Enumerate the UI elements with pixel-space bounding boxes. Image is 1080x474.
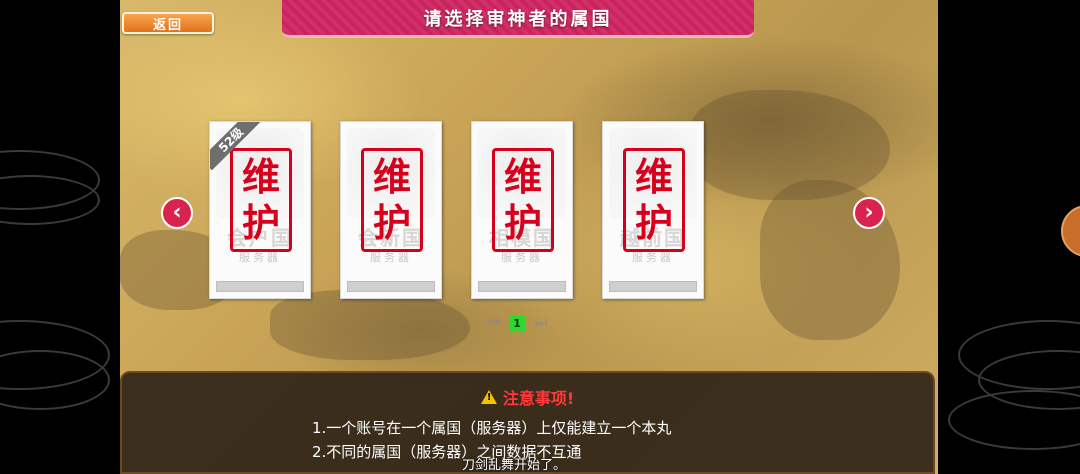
last-page-icon[interactable]: ⏭ xyxy=(535,315,548,331)
chevron-right-icon: › xyxy=(864,200,874,225)
prev-arrow-button[interactable]: ‹ xyxy=(161,197,193,229)
stamp-char: 护 xyxy=(634,200,673,245)
stamp-char: 维 xyxy=(634,154,673,199)
next-arrow-button[interactable]: › xyxy=(853,197,885,229)
wave-decoration xyxy=(948,390,1080,450)
maintenance-stamp: 维 护 xyxy=(623,148,685,252)
maintenance-stamp: 维 护 xyxy=(492,148,554,252)
stamp-char: 维 xyxy=(503,154,542,199)
server-card[interactable]: 会户国 服务器 维 护 52级 xyxy=(209,121,311,299)
stamp-char: 护 xyxy=(241,200,280,245)
server-status-bar xyxy=(609,281,697,292)
stamp-char: 维 xyxy=(241,154,280,199)
server-card[interactable]: 相模国 服务器 维 护 xyxy=(471,121,573,299)
map-landmass xyxy=(270,290,470,360)
left-side-decoration xyxy=(0,0,120,474)
page-title: 请选择审神者的属国 xyxy=(423,8,613,30)
maintenance-stamp: 维 护 xyxy=(361,148,423,252)
map-landmass xyxy=(690,90,890,200)
stamp-char: 维 xyxy=(372,154,411,199)
notice-line: 1.一个账号在一个属国（服务器）上仅能建立一个本丸 xyxy=(312,419,672,437)
toast-message: 刀剑乱舞开始了。 xyxy=(462,458,567,473)
right-side-decoration xyxy=(938,0,1080,474)
pager: ⏮ 1 ⏭ xyxy=(487,315,547,331)
first-page-icon[interactable]: ⏮ xyxy=(487,315,500,331)
notice-title: 注意事项! xyxy=(502,389,575,408)
server-status-bar xyxy=(347,281,435,292)
server-status-bar xyxy=(216,281,304,292)
chevron-left-icon: ‹ xyxy=(172,200,182,225)
server-card[interactable]: 越前国 服务器 维 护 xyxy=(602,121,704,299)
server-card[interactable]: 会新国 服务器 维 护 xyxy=(340,121,442,299)
notice-header: 注意事项! xyxy=(122,385,933,409)
stamp-char: 护 xyxy=(503,200,542,245)
stamp-char: 护 xyxy=(372,200,411,245)
title-banner: 请选择审神者的属国 xyxy=(282,0,754,38)
warning-icon xyxy=(480,390,497,404)
maintenance-stamp: 维 护 xyxy=(230,148,292,252)
back-button[interactable]: 返回 xyxy=(122,12,214,34)
server-status-bar xyxy=(478,281,566,292)
current-page-indicator[interactable]: 1 xyxy=(509,315,525,331)
